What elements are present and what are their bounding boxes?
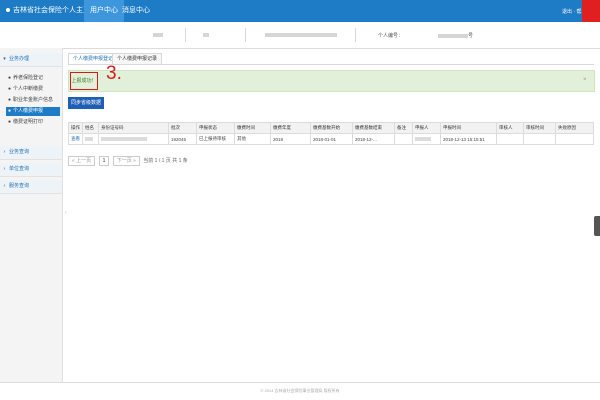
- section-label: 服务查询: [9, 183, 30, 189]
- logo-icon: [6, 8, 10, 13]
- column-header: 申报人: [412, 122, 441, 134]
- close-icon[interactable]: ×: [583, 77, 587, 83]
- step-marker: 3.: [106, 63, 122, 84]
- corner-badge[interactable]: [582, 0, 600, 22]
- user-info-bar: 个人编号： 号: [0, 22, 600, 49]
- year-cell: 2018: [270, 133, 311, 145]
- next-page-button[interactable]: 下一页 »: [112, 156, 140, 166]
- section-label: 业务办理: [9, 56, 30, 62]
- column-header: 缴费基数开始: [310, 122, 353, 134]
- divider: [185, 28, 186, 42]
- info-field-3: [262, 32, 337, 38]
- column-header: 身份证号码: [98, 122, 169, 134]
- location-pin-icon: ●: [7, 86, 12, 92]
- success-message-button[interactable]: 上报成功！: [70, 72, 98, 90]
- table-header-row: 操作 姓名 身份证号码 批次 申报状态 缴费时间 缴费年度 缴费基数开始 缴费基…: [68, 122, 594, 134]
- sidebar-section-query[interactable]: › 业务查询: [0, 146, 62, 160]
- section-label: 业务查询: [9, 149, 30, 155]
- batch-cell: 192045: [168, 133, 197, 145]
- redacted-text: [265, 32, 337, 37]
- redacted-text: [203, 32, 209, 37]
- column-header: 失败原因: [555, 122, 594, 134]
- info-field-4: 号: [435, 32, 473, 39]
- sidebar-section-service[interactable]: › 服务查询: [0, 180, 62, 194]
- footer-divider: [0, 382, 600, 383]
- info-field-2: [200, 32, 209, 38]
- column-header: 备注: [394, 122, 413, 134]
- info-field-1: [150, 32, 163, 38]
- sidebar-section-unit[interactable]: › 单位查询: [0, 163, 62, 177]
- end-date-cell: 2018-12-...: [352, 133, 395, 145]
- success-alert: 上报成功！: [68, 70, 595, 92]
- section-label: 单位查询: [9, 166, 30, 172]
- info-field-id: 个人编号：: [378, 32, 403, 39]
- column-header: 缴费年度: [270, 122, 311, 134]
- redacted-text: [153, 32, 163, 37]
- column-header: 申报状态: [196, 122, 235, 134]
- sidebar-item-label: 个人缴费申报: [13, 108, 44, 114]
- sidebar-section-business[interactable]: ▾ 业务办理: [0, 53, 62, 67]
- page-summary: 当前 1 / 1 页 共 1 条: [143, 158, 188, 164]
- id-number-cell: [98, 133, 169, 145]
- column-header: 缴费时间: [234, 122, 271, 134]
- type-cell: 其他: [234, 133, 271, 145]
- redacted-text: [85, 137, 93, 142]
- sidebar-item-label: 个人中断缴费: [13, 86, 44, 92]
- sidebar-item-label: 职业年金账户信息: [13, 97, 54, 103]
- side-panel-handle[interactable]: [594, 216, 600, 236]
- column-header: 操作: [68, 122, 83, 134]
- remark-cell: [394, 133, 413, 145]
- status-cell: 已上报待审核: [196, 133, 235, 145]
- info-suffix: 号: [468, 33, 474, 39]
- footer-text: © 2014 吉林省社会保险事业管理局 版权所有: [260, 388, 340, 393]
- sidebar: ▾ 业务办理 ● 养老保险登记 ● 个人中断缴费 ● 职业年金账户信息 ● 个人缴费申报 …: [0, 48, 63, 382]
- column-header: 缴费基数结束: [352, 122, 395, 134]
- sidebar-item-pension-register[interactable]: ● 养老保险登记: [6, 74, 60, 83]
- redacted-text: [415, 137, 432, 142]
- sidebar-item-payment-declaration[interactable]: ● 个人缴费申报: [6, 107, 60, 116]
- pagination: « 上一页 1 下一页 » 当前 1 / 1 页 共 1 条: [68, 156, 188, 166]
- location-pin-icon: ●: [7, 97, 12, 103]
- declare-time-cell: 2018-12-13 15:15:51: [440, 133, 497, 145]
- sync-provincial-data-button[interactable]: 同步省级数据: [68, 97, 104, 109]
- name-cell: [82, 133, 99, 145]
- column-header: 审核人: [496, 122, 524, 134]
- chevron-right-icon: ›: [3, 166, 6, 172]
- app-logo: 吉林省社会保险个人主页: [6, 5, 90, 15]
- sidebar-item-label: 养老保险登记: [13, 75, 44, 81]
- view-link[interactable]: 查看: [68, 133, 83, 145]
- divider: [355, 28, 356, 42]
- review-time-cell: [523, 133, 556, 145]
- sidebar-item-label: 缴费证明打印: [13, 119, 44, 125]
- column-header: 申报时间: [440, 122, 497, 134]
- prev-page-button[interactable]: « 上一页: [68, 156, 96, 166]
- start-date-cell: 2018-01-01: [310, 133, 353, 145]
- id-label: 个人编号：: [378, 33, 404, 39]
- sidebar-collapse-icon[interactable]: ‹: [65, 210, 67, 216]
- column-header: 批次: [168, 122, 197, 134]
- divider: [245, 28, 246, 42]
- page-number-button[interactable]: 1: [98, 156, 110, 166]
- redacted-text: [101, 137, 147, 142]
- records-table: 操作 姓名 身份证号码 批次 申报状态 缴费时间 缴费年度 缴费基数开始 缴费基…: [68, 122, 594, 145]
- chevron-down-icon: ▾: [3, 56, 6, 62]
- column-header: 姓名: [82, 122, 99, 134]
- chevron-right-icon: ›: [3, 183, 6, 189]
- sidebar-item-certificate-print[interactable]: ● 缴费证明打印: [6, 118, 60, 127]
- sidebar-item-interrupt-payment[interactable]: ● 个人中断缴费: [6, 85, 60, 94]
- location-pin-icon: ●: [7, 119, 12, 125]
- redacted-text: [438, 33, 468, 38]
- app-title: 吉林省社会保险个人主页: [13, 7, 90, 14]
- chevron-right-icon: ›: [3, 149, 6, 155]
- reviewer-cell: [496, 133, 524, 145]
- location-pin-icon: ●: [7, 75, 12, 81]
- fail-reason-cell: [555, 133, 594, 145]
- sidebar-item-annuity-info[interactable]: ● 职业年金账户信息: [6, 96, 60, 105]
- location-pin-icon: ●: [7, 108, 12, 114]
- column-header: 审核时间: [523, 122, 556, 134]
- table-row: 查看 192045 已上报待审核 其他 2018 2018-01-01 2018…: [68, 133, 594, 145]
- declarer-cell: [412, 133, 441, 145]
- tab-underline: [68, 64, 594, 65]
- nav-message-center[interactable]: 消息中心: [116, 0, 156, 22]
